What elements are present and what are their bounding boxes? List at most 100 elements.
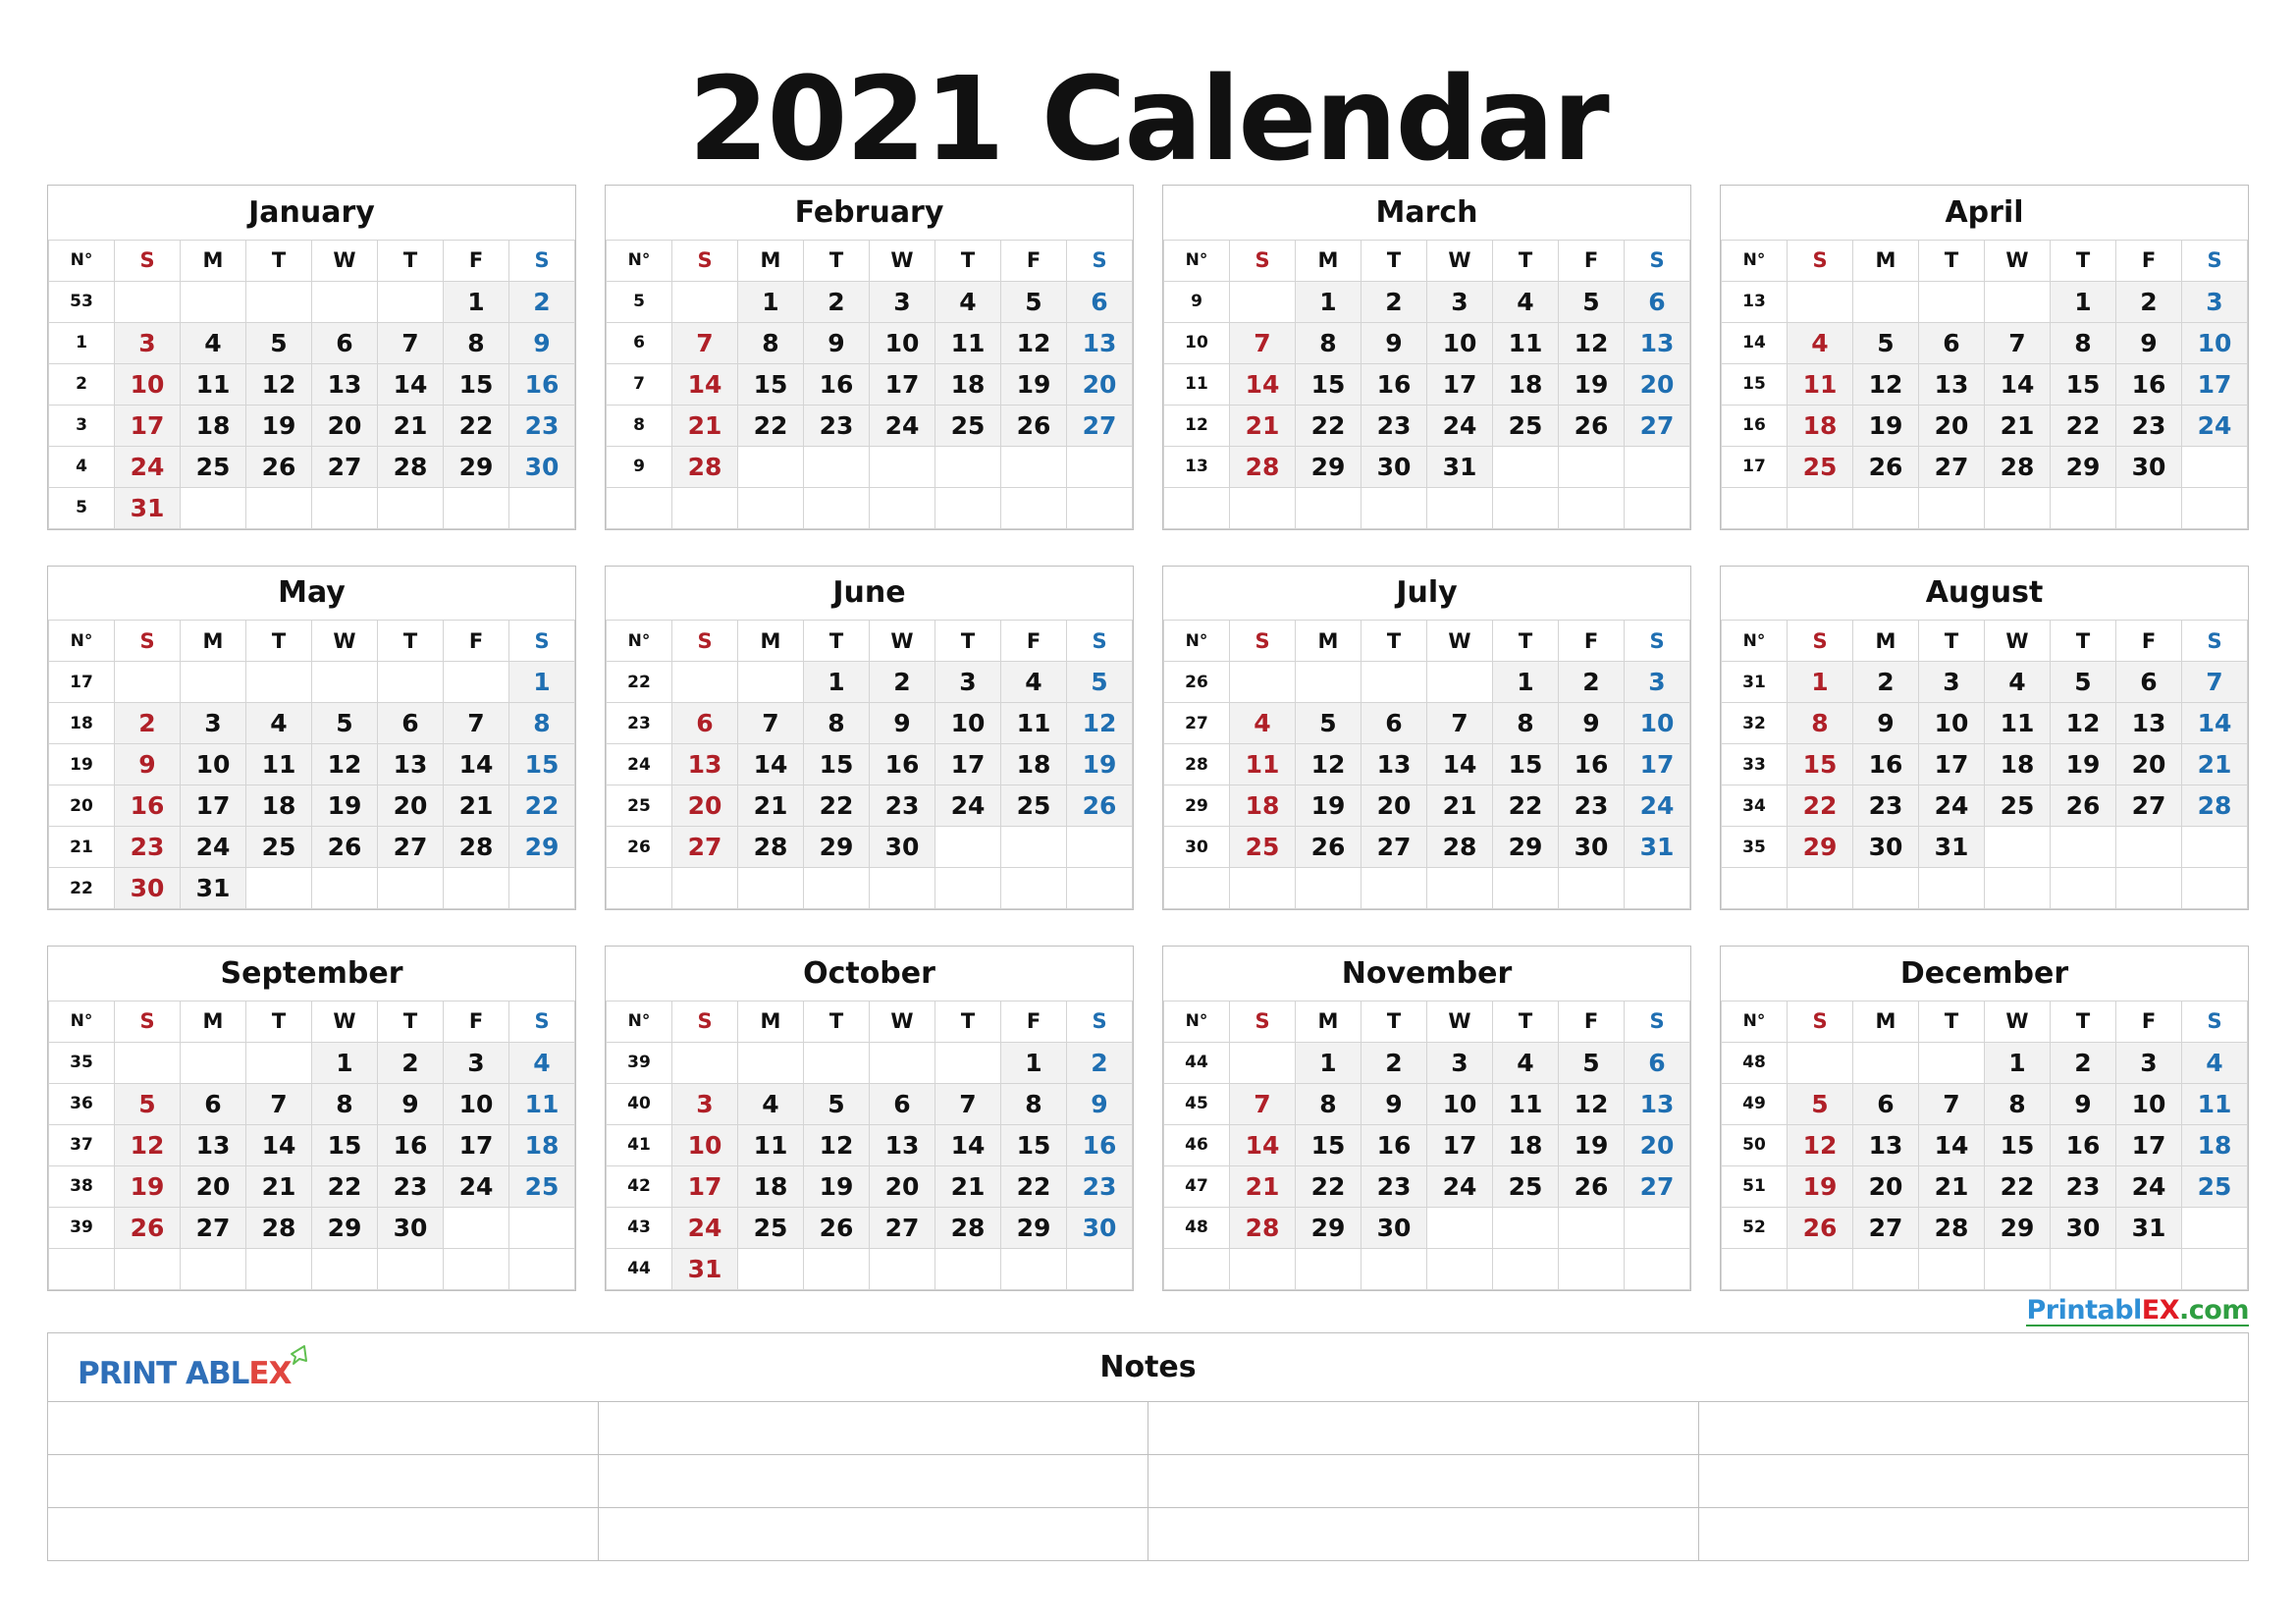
notes-cell[interactable] [1148, 1506, 1699, 1561]
day-cell[interactable]: 22 [803, 785, 870, 827]
day-cell[interactable]: 17 [2181, 362, 2248, 406]
day-cell[interactable]: 13 [311, 362, 378, 406]
day-cell[interactable]: 8 [311, 1082, 378, 1125]
day-cell[interactable]: 23 [869, 785, 935, 827]
day-cell[interactable]: 12 [803, 1123, 870, 1166]
day-cell[interactable]: 14 [443, 743, 509, 785]
day-cell[interactable]: 31 [1426, 445, 1493, 488]
day-cell[interactable]: 2 [1852, 661, 1919, 703]
day-cell[interactable]: 10 [934, 702, 1001, 744]
day-cell[interactable]: 20 [869, 1164, 935, 1208]
notes-cell[interactable] [47, 1506, 599, 1561]
day-cell[interactable]: 26 [1000, 404, 1067, 447]
day-cell[interactable]: 8 [1000, 1082, 1067, 1125]
day-cell[interactable]: 30 [2050, 1206, 2116, 1249]
day-cell[interactable]: 4 [1984, 661, 2051, 703]
day-cell[interactable]: 25 [737, 1206, 804, 1249]
notes-cell[interactable] [597, 1506, 1148, 1561]
day-cell[interactable]: 1 [508, 661, 575, 703]
day-cell[interactable]: 21 [671, 404, 738, 447]
notes-cell[interactable] [1697, 1506, 2249, 1561]
day-cell[interactable]: 5 [1558, 280, 1625, 323]
day-cell[interactable]: 3 [869, 280, 935, 323]
day-cell[interactable]: 7 [2181, 661, 2248, 703]
notes-cell[interactable] [1148, 1453, 1699, 1508]
day-cell[interactable]: 9 [2115, 321, 2182, 364]
day-cell[interactable]: 26 [1787, 1206, 1853, 1249]
day-cell[interactable]: 1 [803, 661, 870, 703]
day-cell[interactable]: 16 [869, 743, 935, 785]
day-cell[interactable]: 5 [803, 1082, 870, 1125]
day-cell[interactable]: 25 [1984, 785, 2051, 827]
day-cell[interactable]: 1 [1000, 1041, 1067, 1084]
day-cell[interactable]: 11 [1229, 743, 1296, 785]
day-cell[interactable]: 13 [1361, 743, 1427, 785]
day-cell[interactable]: 15 [737, 362, 804, 406]
day-cell[interactable]: 20 [377, 785, 444, 827]
day-cell[interactable]: 17 [869, 362, 935, 406]
day-cell[interactable]: 17 [1426, 362, 1493, 406]
day-cell[interactable]: 18 [508, 1123, 575, 1166]
day-cell[interactable]: 19 [114, 1164, 181, 1208]
day-cell[interactable]: 16 [1558, 743, 1625, 785]
day-cell[interactable]: 29 [443, 445, 509, 488]
day-cell[interactable]: 3 [114, 321, 181, 364]
day-cell[interactable]: 9 [869, 702, 935, 744]
day-cell[interactable]: 14 [1984, 362, 2051, 406]
day-cell[interactable]: 21 [1229, 404, 1296, 447]
day-cell[interactable]: 20 [1852, 1164, 1919, 1208]
day-cell[interactable]: 4 [934, 280, 1001, 323]
day-cell[interactable]: 1 [2050, 280, 2116, 323]
day-cell[interactable]: 26 [114, 1206, 181, 1249]
day-cell[interactable]: 20 [180, 1164, 246, 1208]
day-cell[interactable]: 29 [1000, 1206, 1067, 1249]
day-cell[interactable]: 4 [180, 321, 246, 364]
day-cell[interactable]: 26 [803, 1206, 870, 1249]
day-cell[interactable]: 8 [2050, 321, 2116, 364]
day-cell[interactable]: 8 [1492, 702, 1559, 744]
day-cell[interactable]: 22 [1295, 404, 1362, 447]
day-cell[interactable]: 5 [1000, 280, 1067, 323]
day-cell[interactable]: 30 [1361, 445, 1427, 488]
day-cell[interactable]: 21 [2181, 743, 2248, 785]
day-cell[interactable]: 20 [1624, 362, 1690, 406]
day-cell[interactable]: 9 [1852, 702, 1919, 744]
day-cell[interactable]: 7 [1918, 1082, 1985, 1125]
day-cell[interactable]: 12 [1558, 321, 1625, 364]
day-cell[interactable]: 24 [1918, 785, 1985, 827]
day-cell[interactable]: 10 [1918, 702, 1985, 744]
notes-cell[interactable] [1697, 1453, 2249, 1508]
day-cell[interactable]: 9 [1066, 1082, 1133, 1125]
notes-cell[interactable] [1697, 1400, 2249, 1455]
day-cell[interactable]: 17 [671, 1164, 738, 1208]
day-cell[interactable]: 24 [1624, 785, 1690, 827]
day-cell[interactable]: 27 [1852, 1206, 1919, 1249]
day-cell[interactable]: 27 [1361, 826, 1427, 868]
day-cell[interactable]: 15 [311, 1123, 378, 1166]
day-cell[interactable]: 7 [1229, 321, 1296, 364]
day-cell[interactable]: 29 [1295, 1206, 1362, 1249]
day-cell[interactable]: 28 [377, 445, 444, 488]
day-cell[interactable]: 28 [2181, 785, 2248, 827]
day-cell[interactable]: 20 [1918, 404, 1985, 447]
day-cell[interactable]: 16 [803, 362, 870, 406]
day-cell[interactable]: 24 [2181, 404, 2248, 447]
day-cell[interactable]: 14 [1426, 743, 1493, 785]
day-cell[interactable]: 29 [1295, 445, 1362, 488]
day-cell[interactable]: 21 [377, 404, 444, 447]
day-cell[interactable]: 19 [245, 404, 312, 447]
day-cell[interactable]: 15 [508, 743, 575, 785]
day-cell[interactable]: 29 [803, 826, 870, 868]
day-cell[interactable]: 7 [245, 1082, 312, 1125]
day-cell[interactable]: 30 [1558, 826, 1625, 868]
day-cell[interactable]: 1 [737, 280, 804, 323]
day-cell[interactable]: 2 [869, 661, 935, 703]
day-cell[interactable]: 9 [1361, 1082, 1427, 1125]
day-cell[interactable]: 17 [1426, 1123, 1493, 1166]
day-cell[interactable]: 25 [934, 404, 1001, 447]
day-cell[interactable]: 30 [869, 826, 935, 868]
day-cell[interactable]: 25 [1229, 826, 1296, 868]
day-cell[interactable]: 14 [737, 743, 804, 785]
day-cell[interactable]: 5 [114, 1082, 181, 1125]
day-cell[interactable]: 1 [311, 1041, 378, 1084]
